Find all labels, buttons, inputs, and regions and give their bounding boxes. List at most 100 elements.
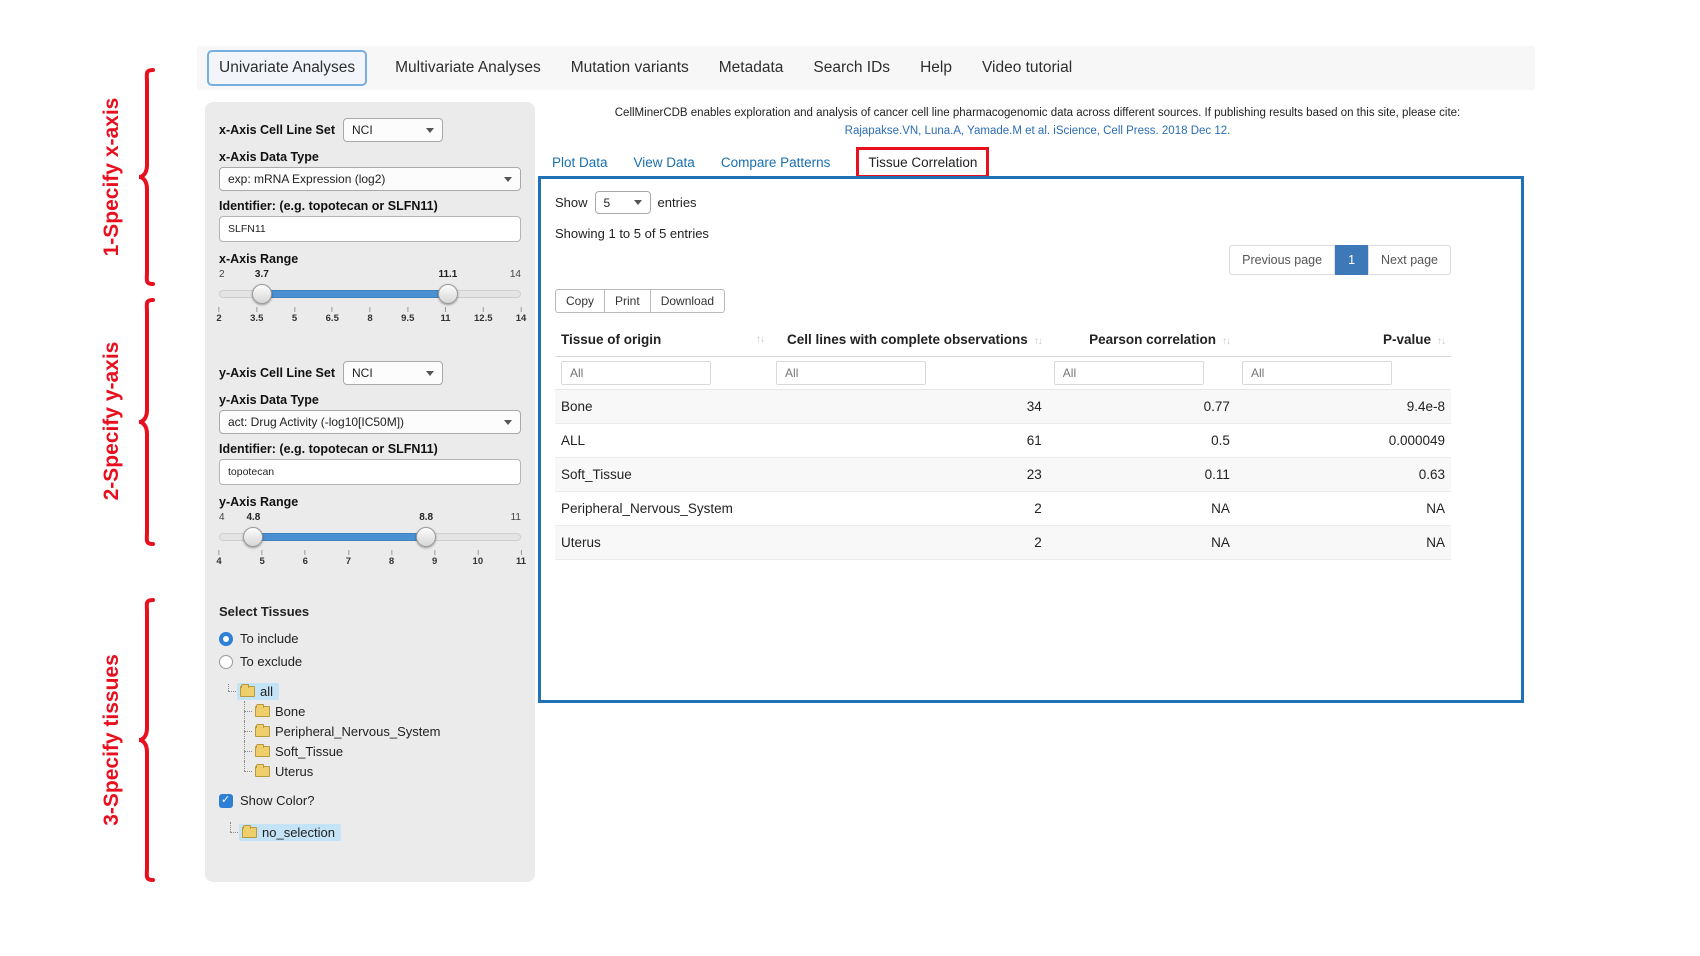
cell-pearson: 0.77 (1048, 390, 1236, 424)
table-row[interactable]: ALL 61 0.5 0.000049 (555, 424, 1451, 458)
tab-metadata[interactable]: Metadata (717, 51, 786, 85)
site-description: CellMinerCDB enables exploration and ana… (555, 107, 1520, 119)
tab-mutation-variants[interactable]: Mutation variants (569, 51, 691, 85)
folder-icon (240, 686, 255, 697)
cell-tissue: Peripheral_Nervous_System (555, 492, 770, 526)
y-identifier-label: Identifier: (e.g. topotecan or SLFN11) (219, 442, 521, 456)
folder-icon (255, 726, 270, 737)
page-1-button[interactable]: 1 (1335, 245, 1368, 275)
table-row[interactable]: Uterus 2 NA NA (555, 526, 1451, 560)
filter-p-value-input[interactable] (1242, 361, 1392, 385)
filter-tissue-input[interactable] (561, 361, 711, 385)
y-range-handle-right[interactable] (416, 527, 436, 547)
tab-view-data[interactable]: View Data (634, 155, 695, 170)
tab-multivariate-analyses[interactable]: Multivariate Analyses (393, 51, 543, 85)
download-button[interactable]: Download (650, 289, 725, 313)
cell-count: 34 (770, 390, 1048, 424)
table-row[interactable]: Bone 34 0.77 9.4e-8 (555, 390, 1451, 424)
y-data-type-select[interactable]: act: Drug Activity (-log10[IC50M]) (219, 410, 521, 434)
tab-compare-patterns[interactable]: Compare Patterns (721, 155, 831, 170)
x-range-min: 2 (219, 269, 225, 280)
tree-item-peripheral-nervous-system[interactable]: Peripheral_Nervous_System (237, 721, 521, 741)
checkbox-checked-icon (219, 794, 233, 808)
y-range-min: 4 (219, 512, 225, 523)
tree-connector (223, 822, 239, 842)
tree-item-all[interactable]: all (221, 681, 521, 701)
col-header-cell-lines[interactable]: Cell lines with complete observations (770, 323, 1048, 357)
include-label: To include (240, 631, 299, 646)
previous-page-button[interactable]: Previous page (1229, 245, 1335, 275)
cell-pearson: NA (1048, 492, 1236, 526)
x-range-ticks: 2 3.5 5 6.5 8 9.5 11 12.5 14 (219, 307, 521, 329)
chevron-down-icon (634, 200, 642, 205)
filter-pearson-input[interactable] (1054, 361, 1204, 385)
y-range-slider[interactable]: 4 4.8 8.8 11 4 5 6 7 8 9 10 11 (219, 512, 521, 578)
x-data-type-select[interactable]: exp: mRNA Expression (log2) (219, 167, 521, 191)
tree-label-all: all (260, 684, 273, 699)
table-row[interactable]: Soft_Tissue 23 0.11 0.63 (555, 458, 1451, 492)
y-range-handle-left[interactable] (243, 527, 263, 547)
include-radio[interactable]: To include (219, 627, 521, 650)
tissue-correlation-panel: Show 5 entries Showing 1 to 5 of 5 entri… (538, 176, 1524, 703)
controls-sidebar: x-Axis Cell Line Set NCI x-Axis Data Typ… (205, 102, 535, 882)
cell-count: 23 (770, 458, 1048, 492)
y-identifier-input[interactable] (219, 459, 521, 485)
y-cell-line-set-value: NCI (352, 366, 373, 380)
tree-item-uterus[interactable]: Uterus (237, 761, 521, 781)
col-header-pearson-correlation[interactable]: Pearson correlation (1048, 323, 1236, 357)
tree-label: Peripheral_Nervous_System (275, 724, 440, 739)
tab-plot-data[interactable]: Plot Data (552, 155, 608, 170)
cell-tissue: ALL (555, 424, 770, 458)
tree-connector (221, 681, 237, 701)
cell-p-value: 0.000049 (1236, 424, 1451, 458)
cell-pearson: 0.11 (1048, 458, 1236, 492)
x-cell-line-set-select[interactable]: NCI (343, 118, 443, 142)
chevron-down-icon (426, 371, 434, 376)
print-button[interactable]: Print (604, 289, 651, 313)
tree-label: Bone (275, 704, 305, 719)
tab-univariate-analyses[interactable]: Univariate Analyses (207, 50, 367, 86)
next-page-button[interactable]: Next page (1368, 245, 1451, 275)
x-data-type-label: x-Axis Data Type (219, 150, 521, 164)
show-color-checkbox[interactable]: Show Color? (219, 793, 521, 808)
folder-icon (255, 746, 270, 757)
folder-icon (242, 827, 257, 838)
cell-tissue: Soft_Tissue (555, 458, 770, 492)
cell-pearson: NA (1048, 526, 1236, 560)
citation-link[interactable]: Rajapakse.VN, Luna.A, Yamade.M et al. iS… (555, 125, 1520, 137)
filter-cell-lines-input[interactable] (776, 361, 926, 385)
cell-p-value: NA (1236, 526, 1451, 560)
tissue-tree: all Bone Peripheral_Nervous_System Soft_… (221, 681, 521, 781)
tab-search-ids[interactable]: Search IDs (811, 51, 892, 85)
x-range-slider[interactable]: 2 3.7 11.1 14 2 3.5 5 6.5 8 9.5 11 12.5 … (219, 269, 521, 335)
x-range-handle-left[interactable] (252, 284, 272, 304)
radio-selected-icon (219, 632, 233, 646)
y-cell-line-set-select[interactable]: NCI (343, 361, 443, 385)
y-data-type-value: act: Drug Activity (-log10[IC50M]) (228, 415, 404, 429)
tab-tissue-correlation[interactable]: Tissue Correlation (856, 147, 989, 178)
entries-per-page-select[interactable]: 5 (595, 191, 651, 214)
tree-item-soft-tissue[interactable]: Soft_Tissue (237, 741, 521, 761)
y-range-ticks: 4 5 6 7 8 9 10 11 (219, 550, 521, 572)
exclude-radio[interactable]: To exclude (219, 650, 521, 673)
cell-tissue: Uterus (555, 526, 770, 560)
tab-video-tutorial[interactable]: Video tutorial (980, 51, 1074, 85)
x-range-max: 14 (510, 269, 521, 280)
x-identifier-label: Identifier: (e.g. topotecan or SLFN11) (219, 199, 521, 213)
x-identifier-input[interactable] (219, 216, 521, 242)
select-tissues-title: Select Tissues (219, 604, 521, 619)
cell-count: 2 (770, 492, 1048, 526)
copy-button[interactable]: Copy (555, 289, 605, 313)
export-buttons: Copy Print Download (555, 289, 1451, 313)
tree-label: Uterus (275, 764, 313, 779)
chevron-down-icon (504, 420, 512, 425)
entries-label: entries (658, 195, 697, 210)
x-range-handle-right[interactable] (438, 284, 458, 304)
tree-item-bone[interactable]: Bone (237, 701, 521, 721)
tree-item-no-selection[interactable]: no_selection (223, 822, 521, 842)
col-header-p-value[interactable]: P-value (1236, 323, 1451, 357)
table-row[interactable]: Peripheral_Nervous_System 2 NA NA (555, 492, 1451, 526)
tab-help[interactable]: Help (918, 51, 954, 85)
x-range-label: x-Axis Range (219, 252, 521, 266)
col-header-tissue-of-origin[interactable]: Tissue of origin (555, 323, 770, 357)
